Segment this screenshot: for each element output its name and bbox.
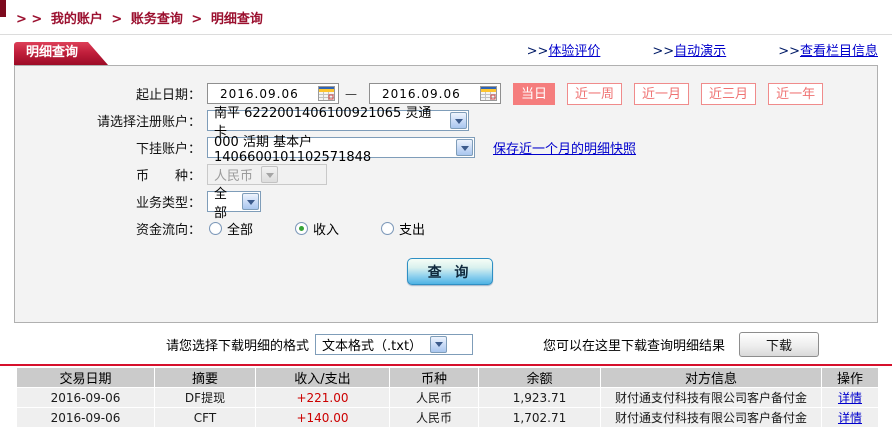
cell-currency: 人民币: [390, 388, 478, 407]
date-range-dash: —: [345, 87, 357, 101]
cell-counterparty: 财付通支付科技有限公司客户备付金: [601, 388, 821, 407]
flow-option-expense-label: 支出: [399, 219, 425, 238]
cell-amount: +221.00: [256, 388, 389, 407]
detail-link[interactable]: 详情: [838, 391, 862, 405]
flow-direction-label: 资金流向：: [15, 219, 201, 238]
quick-range-3months-button[interactable]: 近三月: [701, 83, 756, 105]
cell-counterparty: 财付通支付科技有限公司客户备付金: [601, 408, 821, 427]
header-summary: 摘要: [155, 368, 255, 387]
link-prefix: >>: [778, 44, 800, 59]
currency-row: 币 种： 人民币: [15, 161, 877, 188]
corner-mark: [0, 0, 6, 17]
flow-option-expense[interactable]: 支出: [381, 219, 425, 238]
breadcrumb-item-account-query[interactable]: 账务查询: [131, 12, 183, 27]
chevron-down-icon[interactable]: [450, 112, 467, 129]
breadcrumb-prefix: > >: [16, 12, 42, 27]
currency-label: 币 种：: [15, 165, 201, 184]
currency-value: 人民币: [214, 165, 253, 184]
breadcrumb-item-detail-query[interactable]: 明细查询: [211, 12, 263, 27]
table-row: 2016-09-06 CFT +140.00 人民币 1,702.71 财付通支…: [17, 408, 878, 427]
red-divider: [0, 364, 892, 366]
radio-icon[interactable]: [295, 222, 308, 235]
date-range-label: 起止日期：: [15, 84, 201, 103]
link-prefix: >>: [652, 44, 674, 59]
breadcrumb: > > 我的账户 > 账务查询 > 明细查询: [0, 0, 892, 35]
header-trade-date: 交易日期: [17, 368, 154, 387]
register-account-select[interactable]: 南平 6222001406100921065 灵通卡: [207, 110, 469, 131]
top-links: >>体验评价 >>自动演示 >>查看栏目信息: [527, 40, 882, 65]
chevron-down-icon[interactable]: [456, 139, 473, 156]
cell-action: 详情: [822, 388, 878, 407]
cell-balance: 1,923.71: [479, 388, 600, 407]
detail-link[interactable]: 详情: [838, 411, 862, 425]
business-type-select[interactable]: 全部: [207, 191, 261, 212]
header-counterparty: 对方信息: [601, 368, 821, 387]
cell-summary: CFT: [155, 408, 255, 427]
calendar-icon[interactable]: [318, 86, 335, 101]
sub-account-value: 000 活期 基本户 1406600101102571848: [214, 131, 448, 165]
download-format-select[interactable]: 文本格式（.txt）: [315, 334, 473, 355]
radio-icon[interactable]: [381, 222, 394, 235]
header-income-expense: 收入/支出: [256, 368, 389, 387]
flow-option-income[interactable]: 收入: [295, 219, 339, 238]
table-row: 2016-09-06 DF提现 +221.00 人民币 1,923.71 财付通…: [17, 388, 878, 407]
quick-range-today-button[interactable]: 当日: [513, 83, 555, 105]
sub-account-label: 下挂账户：: [15, 138, 201, 157]
cell-action: 详情: [822, 408, 878, 427]
header-action: 操作: [822, 368, 878, 387]
download-format-value: 文本格式（.txt）: [322, 335, 422, 354]
download-format-label: 请您选择下载明细的格式: [166, 335, 309, 354]
breadcrumb-separator: >: [191, 12, 202, 27]
date-to-value: 2016.09.06: [382, 87, 461, 101]
flow-option-all-label: 全部: [227, 219, 253, 238]
link-prefix: >>: [527, 44, 549, 59]
cell-summary: DF提现: [155, 388, 255, 407]
cell-amount: +140.00: [256, 408, 389, 427]
business-type-value: 全部: [214, 183, 234, 221]
chevron-down-icon[interactable]: [242, 193, 259, 210]
flow-direction-options: 全部 收入 支出: [209, 219, 467, 238]
cell-currency: 人民币: [390, 408, 478, 427]
breadcrumb-separator: >: [111, 12, 122, 27]
sub-account-select[interactable]: 000 活期 基本户 1406600101102571848: [207, 137, 475, 158]
flow-option-income-label: 收入: [313, 219, 339, 238]
business-type-label: 业务类型：: [15, 192, 201, 211]
query-button[interactable]: 查 询: [407, 258, 493, 285]
query-form: 起止日期： 2016.09.06 — 2016.09.06 当日 近一周: [14, 65, 878, 323]
sub-account-row: 下挂账户： 000 活期 基本户 1406600101102571848 保存近…: [15, 134, 877, 161]
section-header: 明细查询 >>体验评价 >>自动演示 >>查看栏目信息: [0, 35, 892, 65]
quick-range-month-button[interactable]: 近一月: [634, 83, 689, 105]
cell-trade-date: 2016-09-06: [17, 388, 154, 407]
download-section: 请您选择下载明细的格式 文本格式（.txt） 您可以在这里下载查询明细结果 下载: [166, 331, 892, 357]
quick-range-week-button[interactable]: 近一周: [567, 83, 622, 105]
download-hint: 您可以在这里下载查询明细结果: [543, 335, 725, 354]
link-experience-evaluation[interactable]: >>体验评价: [527, 40, 601, 59]
quick-range-year-button[interactable]: 近一年: [768, 83, 823, 105]
download-button[interactable]: 下载: [739, 332, 819, 357]
register-account-label: 请选择注册账户：: [15, 111, 201, 130]
date-range-row: 起止日期： 2016.09.06 — 2016.09.06 当日 近一周: [15, 80, 877, 107]
chevron-down-icon[interactable]: [430, 336, 447, 353]
flow-option-all[interactable]: 全部: [209, 219, 253, 238]
cell-balance: 1,702.71: [479, 408, 600, 427]
chevron-down-icon: [261, 166, 278, 183]
breadcrumb-item-my-account[interactable]: 我的账户: [51, 12, 103, 27]
date-from-value: 2016.09.06: [220, 87, 299, 101]
table-header-row: 交易日期 摘要 收入/支出 币种 余额 对方信息 操作: [17, 368, 878, 387]
cell-trade-date: 2016-09-06: [17, 408, 154, 427]
save-snapshot-link[interactable]: 保存近一个月的明细快照: [493, 138, 636, 157]
business-type-row: 业务类型： 全部: [15, 188, 877, 215]
calendar-icon[interactable]: [480, 86, 497, 101]
header-currency: 币种: [390, 368, 478, 387]
radio-icon[interactable]: [209, 222, 222, 235]
link-view-column-info[interactable]: >>查看栏目信息: [778, 40, 878, 59]
flow-direction-row: 资金流向： 全部 收入 支出: [15, 215, 877, 242]
link-auto-demo[interactable]: >>自动演示: [652, 40, 726, 59]
header-balance: 余额: [479, 368, 600, 387]
tab-detail-query[interactable]: 明细查询: [14, 42, 108, 65]
